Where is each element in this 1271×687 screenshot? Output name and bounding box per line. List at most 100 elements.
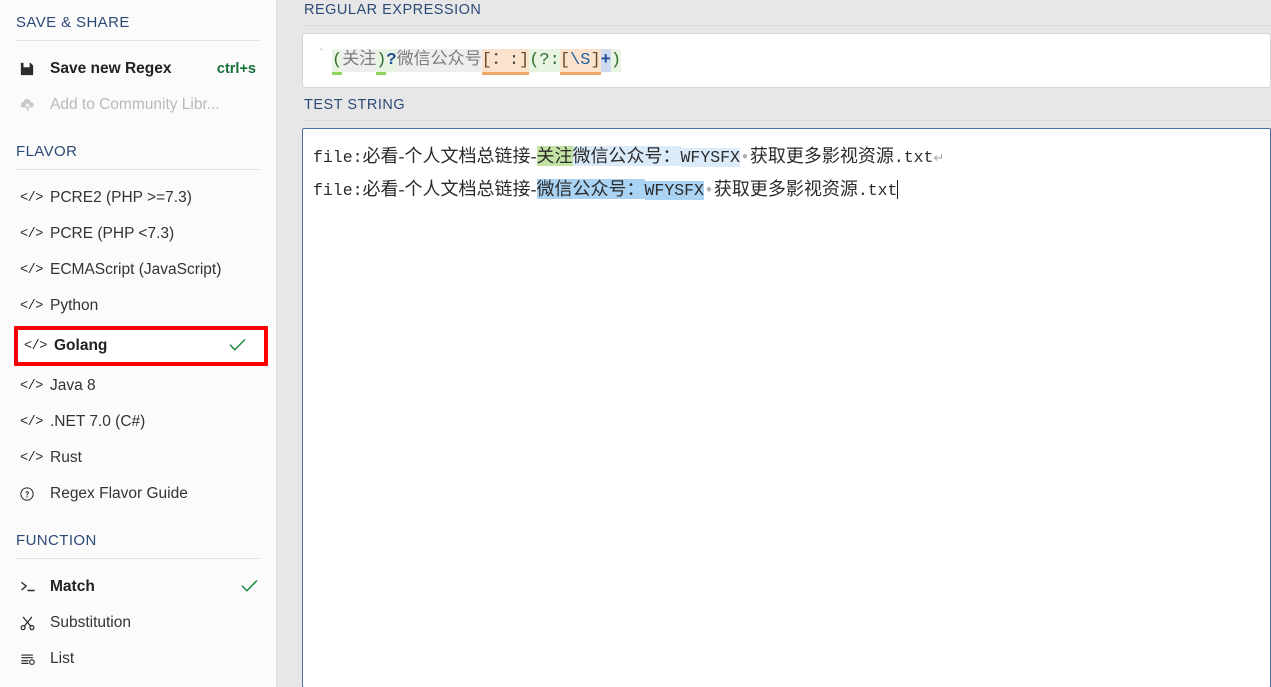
sidebar-section: FLAVOR </> PCRE2 (PHP >=7.3) </> PCRE (PHP <… [0, 129, 276, 518]
test-string-line[interactable]: file:必看-个人文档总链接-微信公众号：WFYSFX•获取更多影视资源.tx… [313, 174, 1260, 206]
regex-delimiter: ` [317, 47, 327, 64]
terminal-prompt-icon [20, 580, 50, 594]
sidebar-item-substitution[interactable]: Substitution [0, 605, 276, 641]
test-string-text: 必看-个人文档总链接- [362, 179, 537, 199]
match-highlight: WFYSFX [644, 181, 704, 200]
cloud-upload-icon [20, 98, 50, 112]
checkmark-icon [229, 338, 246, 355]
regex-token: ] [590, 48, 601, 75]
regex-token: \S [570, 48, 591, 75]
test-string-label-row: TEST STRING [302, 97, 1271, 129]
sidebar-item-unit-tests[interactable]: Unit Tests [0, 677, 276, 687]
scissors-icon [20, 616, 50, 631]
regex-token: ] [519, 48, 530, 75]
sidebar-item-list[interactable]: List [0, 641, 276, 677]
list-settings-icon [20, 652, 50, 666]
sidebar-item-match[interactable]: Match [0, 569, 276, 605]
sidebar-item-label: PCRE (PHP <7.3) [50, 225, 175, 242]
regex-expression-text[interactable]: (关注)?微信公众号[：:](?:[\S]+) [332, 48, 622, 75]
sidebar-item-label: PCRE2 (PHP >=7.3) [50, 189, 192, 206]
test-string-text: 获取更多影视资源 [749, 146, 894, 166]
sidebar-item-python[interactable]: </> Python [0, 288, 276, 324]
label-divider-2 [302, 120, 1271, 121]
regular-expression-label: REGULAR EXPRESSION [304, 2, 482, 18]
match-highlight: 关注 [536, 146, 573, 166]
sidebar-section-title: FUNCTION [16, 532, 97, 549]
sidebar-menu: Match Substitution List Unit Tests [0, 559, 276, 687]
regex-token: [ [559, 48, 571, 75]
test-string-editor[interactable]: file:必看-个人文档总链接-关注微信公众号：WFYSFX•获取更多影视资源.… [302, 128, 1271, 687]
regex-token: ：: [491, 48, 520, 75]
sidebar-item-golang[interactable]: </> Golang [14, 326, 268, 366]
sidebar-item-label: .NET 7.0 (C#) [50, 413, 146, 430]
sidebar-item-ecmascript-javascript[interactable]: </> ECMAScript (JavaScript) [0, 252, 276, 288]
match-highlight: WFYSFX [680, 148, 740, 167]
regex-token: ) [376, 48, 387, 75]
main-content: REGULAR EXPRESSION ` (关注)?微信公众号[：:](?:[\… [277, 0, 1271, 687]
sidebar-item-save-new-regex[interactable]: Save new Regex ctrl+s [0, 51, 276, 87]
regex-token: + [600, 48, 611, 72]
match-highlight: 微信公众号： [572, 146, 681, 166]
sidebar-menu: Save new Regex ctrl+s Add to Community Lib… [0, 41, 276, 129]
sidebar-item-label: Substitution [50, 614, 131, 631]
code-icon: </> [20, 450, 43, 466]
regex-input[interactable]: ` (关注)?微信公众号[：:](?:[\S]+) [302, 33, 1271, 88]
test-string-text: .txt [857, 181, 898, 200]
regex-label-row: REGULAR EXPRESSION [302, 0, 1271, 34]
test-string-text: • [739, 148, 750, 167]
regex-token: ( [332, 48, 343, 75]
code-icon: </> [20, 190, 43, 206]
sidebar-item-label: Regex Flavor Guide [50, 485, 188, 502]
sidebar-section: FUNCTION Match Substitution List Unit Tests [0, 518, 276, 687]
sidebar-item-label: Add to Community Libr... [50, 96, 220, 113]
sidebar-section: SAVE & SHARE Save new Regex ctrl+s Add to C… [0, 0, 276, 129]
checkmark-icon [241, 579, 258, 596]
sidebar-item-label: Java 8 [50, 377, 96, 394]
sidebar-item-pcre-php-7-3[interactable]: </> PCRE (PHP <7.3) [0, 216, 276, 252]
sidebar-item-net-7-0-c[interactable]: </> .NET 7.0 (C#) [0, 404, 276, 440]
test-string-text: ↵ [933, 151, 945, 166]
code-icon: </> [20, 378, 43, 394]
test-string-line[interactable]: file:必看-个人文档总链接-关注微信公众号：WFYSFX•获取更多影视资源.… [313, 141, 1260, 174]
code-icon: </> [20, 226, 43, 242]
test-string-text: .txt [893, 148, 934, 167]
sidebar-item-label: Rust [50, 449, 82, 466]
sidebar-item-label: ECMAScript (JavaScript) [50, 261, 222, 278]
test-string-text: 获取更多影视资源 [713, 179, 858, 199]
text-cursor [897, 180, 899, 199]
sidebar-item-java-8[interactable]: </> Java 8 [0, 368, 276, 404]
sidebar-menu: </> PCRE2 (PHP >=7.3) </> PCRE (PHP <7.3) </… [0, 170, 276, 518]
test-string-text: file: [313, 148, 363, 167]
test-string-label: TEST STRING [304, 97, 406, 113]
sidebar-item-label: Save new Regex [50, 60, 172, 77]
sidebar-item-label: List [50, 650, 75, 667]
code-icon: </> [20, 262, 43, 278]
keyboard-shortcut: ctrl+s [216, 61, 256, 77]
floppy-disk-icon [20, 62, 50, 76]
sidebar: SAVE & SHARE Save new Regex ctrl+s Add to C… [0, 0, 277, 687]
sidebar-section-title: SAVE & SHARE [16, 14, 130, 31]
code-icon: </> [20, 414, 43, 430]
sidebar-section-title: FLAVOR [16, 143, 78, 160]
question-circle-icon [20, 487, 50, 501]
regex-token: ) [610, 48, 622, 72]
test-string-text: file: [313, 181, 363, 200]
test-string-text: 必看-个人文档总链接- [362, 146, 537, 166]
regex-token: ? [386, 48, 397, 72]
regex101-app: SAVE & SHARE Save new Regex ctrl+s Add to C… [0, 0, 1271, 687]
sidebar-item-add-to-community-libr: Add to Community Libr... [0, 87, 276, 123]
sidebar-item-label: Python [50, 297, 99, 314]
regex-token: 关注 [342, 48, 377, 72]
test-string-text: • [703, 181, 714, 200]
label-divider [302, 25, 1271, 26]
sidebar-item-rust[interactable]: </> Rust [0, 440, 276, 476]
regex-token: (?: [529, 48, 560, 72]
regex-token: [ [481, 48, 492, 75]
sidebar-item-regex-flavor-guide[interactable]: Regex Flavor Guide [0, 476, 276, 512]
match-highlight: 微信公众号： [536, 179, 645, 199]
sidebar-item-label: Golang [54, 337, 108, 354]
regex-token: 微信公众号 [396, 48, 482, 72]
code-icon: </> [24, 338, 47, 354]
sidebar-item-pcre2-php-7-3[interactable]: </> PCRE2 (PHP >=7.3) [0, 180, 276, 216]
sidebar-item-label: Match [50, 578, 95, 595]
